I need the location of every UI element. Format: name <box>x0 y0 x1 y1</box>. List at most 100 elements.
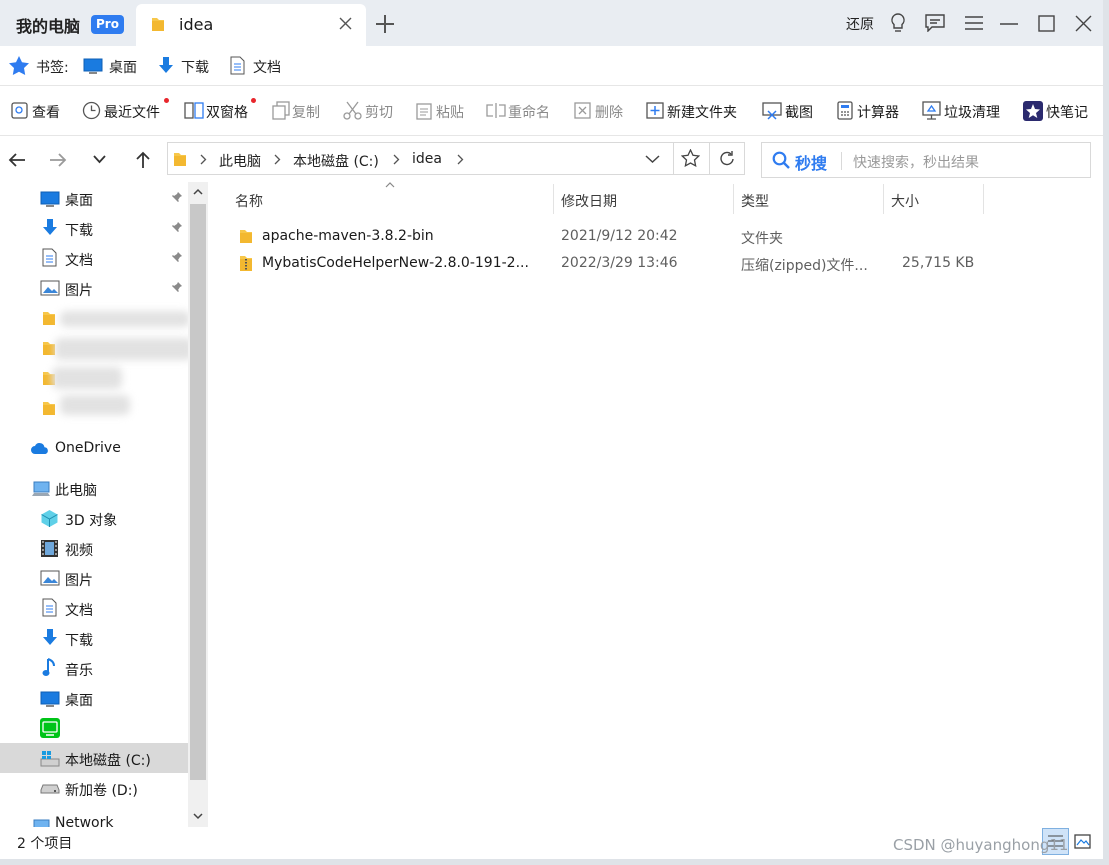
scroll-up-icon[interactable] <box>193 188 203 195</box>
sidebar-item-local-disk-c[interactable]: 本地磁盘 (C:) <box>0 743 188 773</box>
pin-icon[interactable] <box>170 191 183 204</box>
search-button-label[interactable]: 秒搜 <box>795 150 827 174</box>
sidebar-item-iqiyi[interactable] <box>0 713 188 743</box>
sidebar-scrollbar[interactable] <box>188 182 208 827</box>
bookmark-label: 下载 <box>181 60 209 76</box>
sidebar-item-videos[interactable]: 视频 <box>0 533 188 563</box>
cut-button[interactable]: 剪切 <box>342 86 400 136</box>
clock-icon <box>82 101 101 120</box>
bookmark-label: 桌面 <box>109 60 137 76</box>
restore-button[interactable]: 还原 <box>846 14 874 34</box>
close-icon[interactable] <box>1075 15 1092 32</box>
sidebar-item-onedrive[interactable]: OneDrive <box>0 433 188 463</box>
file-list: 名称 修改日期 类型 大小 apache-maven-3.8.2-bin 202… <box>208 182 1103 827</box>
breadcrumb-separator-icon <box>393 154 400 165</box>
sidebar-item-desktop-pc[interactable]: 桌面 <box>0 683 188 713</box>
view-button[interactable]: 查看 <box>8 86 66 136</box>
column-header-name[interactable]: 名称 <box>235 191 263 211</box>
new-folder-button[interactable]: 新建文件夹 <box>645 86 747 136</box>
breadcrumb-this-pc[interactable]: 此电脑 <box>219 151 261 171</box>
redacted-folders <box>0 303 193 423</box>
sidebar-item-label: 下载 <box>65 223 93 239</box>
minimize-icon[interactable] <box>1000 23 1018 25</box>
bookmark-downloads[interactable]: 下载 <box>156 46 216 86</box>
recent-locations-chevron-icon[interactable] <box>93 155 106 164</box>
search-icon <box>772 151 790 169</box>
sidebar-item-downloads-pc[interactable]: 下载 <box>0 623 188 653</box>
sidebar-item-pictures[interactable]: 图片 <box>0 273 188 303</box>
column-header-size[interactable]: 大小 <box>891 191 919 211</box>
tool-label: 复制 <box>292 105 320 121</box>
forward-arrow-icon[interactable] <box>49 152 67 168</box>
sidebar-item-pictures-pc[interactable]: 图片 <box>0 563 188 593</box>
quick-notes-icon <box>1023 101 1043 121</box>
column-header-date[interactable]: 修改日期 <box>561 191 617 211</box>
calculator-button[interactable]: 计算器 <box>835 86 907 136</box>
download-icon <box>42 629 58 647</box>
navigation-pane: 桌面 下载 文档 图片 OneDrive 此电脑 3D 对象 视频 图片 文档 … <box>0 182 208 827</box>
sidebar-item-label: 文档 <box>65 253 93 269</box>
address-bar[interactable]: 此电脑 本地磁盘 (C:) idea <box>167 142 745 175</box>
tool-label: 剪切 <box>365 105 393 121</box>
sidebar-item-documents[interactable]: 文档 <box>0 243 188 273</box>
sidebar-item-music[interactable]: 音乐 <box>0 653 188 683</box>
maximize-icon[interactable] <box>1038 15 1055 32</box>
pin-icon[interactable] <box>170 281 183 294</box>
app-name: 我的电脑 <box>16 17 81 36</box>
large-icons-view-icon[interactable] <box>1074 834 1091 849</box>
sidebar-item-desktop[interactable]: 桌面 <box>0 183 188 213</box>
table-row[interactable]: apache-maven-3.8.2-bin 2021/9/12 20:42 文… <box>232 224 982 250</box>
feedback-icon[interactable] <box>925 14 945 32</box>
tool-label: 快笔记 <box>1046 105 1088 121</box>
recent-files-button[interactable]: 最近文件 <box>80 86 170 136</box>
sidebar-item-new-volume-d[interactable]: 新加卷 (D:) <box>0 773 188 803</box>
table-row[interactable]: MybatisCodeHelperNew-2.8.0-191-2... 2022… <box>232 251 982 277</box>
menu-icon[interactable] <box>965 16 983 30</box>
file-date: 2022/3/29 13:46 <box>561 255 678 271</box>
junk-cleanup-button[interactable]: 垃圾清理 <box>921 86 1007 136</box>
refresh-icon[interactable] <box>719 150 735 167</box>
quick-notes-button[interactable]: 快笔记 <box>1023 86 1095 136</box>
dual-pane-button[interactable]: 双窗格 <box>183 86 259 136</box>
sidebar-item-3d-objects[interactable]: 3D 对象 <box>0 503 188 533</box>
sidebar-item-downloads[interactable]: 下载 <box>0 213 188 243</box>
delete-button[interactable]: 删除 <box>573 86 631 136</box>
up-arrow-icon[interactable] <box>135 151 151 169</box>
scissors-icon <box>343 101 362 120</box>
sidebar-item-documents-pc[interactable]: 文档 <box>0 593 188 623</box>
tab-idea[interactable] <box>136 4 366 46</box>
pin-icon[interactable] <box>170 251 183 264</box>
desktop-icon <box>40 691 60 707</box>
sidebar-item-network[interactable]: Network <box>0 815 188 827</box>
scrollbar-thumb[interactable] <box>190 204 206 780</box>
new-tab-icon[interactable] <box>375 14 395 34</box>
scroll-down-icon[interactable] <box>193 813 203 820</box>
sidebar-item-label: 下载 <box>65 633 93 649</box>
bookmark-desktop[interactable]: 桌面 <box>82 46 142 86</box>
copy-button[interactable]: 复制 <box>270 86 328 136</box>
paste-icon <box>416 101 432 120</box>
film-icon <box>40 539 59 558</box>
sidebar-item-label: 视频 <box>65 543 93 559</box>
column-header-type[interactable]: 类型 <box>741 191 769 211</box>
breadcrumb-idea[interactable]: idea <box>412 151 442 167</box>
toolbar: 查看 最近文件 双窗格 复制 剪切 粘贴 重命名 删除 新建文件夹 截图 计算器… <box>0 86 1103 136</box>
sidebar-item-this-pc[interactable]: 此电脑 <box>0 473 188 503</box>
lightbulb-icon[interactable] <box>889 13 907 33</box>
breadcrumb-local-disk[interactable]: 本地磁盘 (C:) <box>293 151 379 171</box>
pin-icon[interactable] <box>170 221 183 234</box>
tab-close-icon[interactable] <box>339 17 352 30</box>
back-arrow-icon[interactable] <box>8 152 26 168</box>
new-badge <box>164 98 169 103</box>
address-dropdown-chevron-icon[interactable] <box>645 155 660 164</box>
search-box[interactable]: 秒搜 快速搜索，秒出结果 <box>761 142 1091 178</box>
paste-button[interactable]: 粘贴 <box>414 86 472 136</box>
bookmark-documents[interactable]: 文档 <box>229 46 289 86</box>
favorite-star-icon[interactable] <box>681 149 700 167</box>
rename-button[interactable]: 重命名 <box>486 86 558 136</box>
search-input[interactable]: 快速搜索，秒出结果 <box>853 152 979 172</box>
tool-label: 粘贴 <box>436 105 464 121</box>
desktop-icon <box>40 191 60 207</box>
screenshot-button[interactable]: 截图 <box>762 86 822 136</box>
title-bar: 我的电脑 Pro idea 还原 <box>0 0 1103 46</box>
